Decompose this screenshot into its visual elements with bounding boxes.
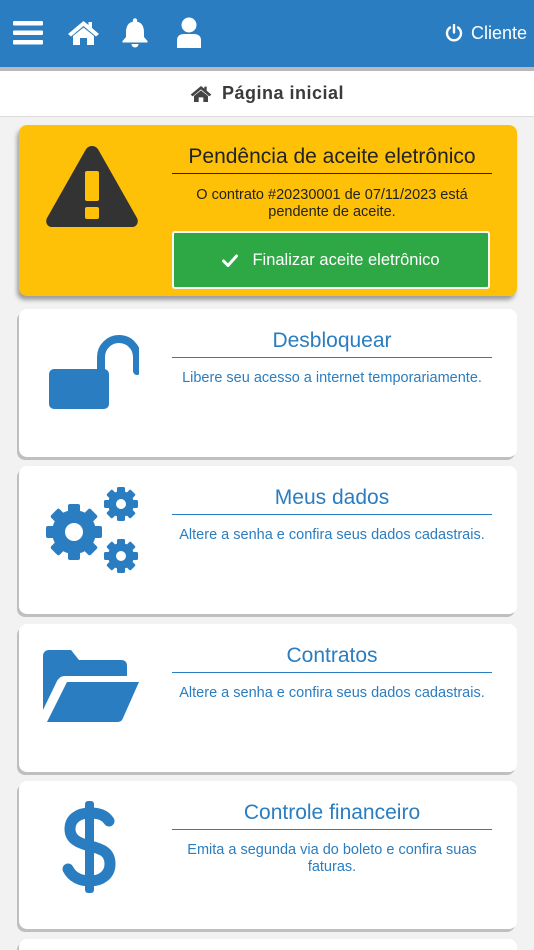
page-title-bar: Página inicial xyxy=(0,71,534,117)
card-description: Libere seu acesso a internet temporariam… xyxy=(182,370,482,386)
notifications-button[interactable] xyxy=(121,14,149,52)
client-label: Cliente xyxy=(470,22,527,43)
home-icon xyxy=(190,85,212,102)
contracts-card[interactable]: Contratos Altere a senha e confira seus … xyxy=(19,624,517,772)
page-title: Página inicial xyxy=(221,83,345,103)
home-icon xyxy=(67,21,99,45)
card-description: Emita a segunda via do boleto e confira … xyxy=(187,842,477,875)
menu-button[interactable] xyxy=(12,14,44,52)
top-navbar: Cliente xyxy=(0,0,534,71)
user-icon xyxy=(177,17,201,48)
gears-icon xyxy=(46,487,138,573)
finalize-acceptance-label: Finalizar aceite eletrônico xyxy=(252,250,440,269)
card-description: Altere a senha e confira seus dados cada… xyxy=(179,685,485,701)
next-card-partial[interactable] xyxy=(19,939,517,950)
alert-title: Pendência de aceite eletrônico xyxy=(172,145,492,174)
dollar-icon xyxy=(62,801,116,893)
check-icon xyxy=(222,254,239,267)
home-button[interactable] xyxy=(66,14,100,52)
unlock-icon xyxy=(49,335,139,409)
card-title: Desbloquear xyxy=(172,329,492,358)
card-title: Controle financeiro xyxy=(172,801,492,830)
warning-icon xyxy=(46,146,138,227)
profile-button[interactable] xyxy=(176,14,202,52)
alert-message: O contrato #20230001 de 07/11/2023 está … xyxy=(196,187,468,220)
card-title: Meus dados xyxy=(172,486,492,515)
finalize-acceptance-button[interactable]: Finalizar aceite eletrônico xyxy=(172,231,490,289)
card-title: Contratos xyxy=(172,644,492,673)
my-data-card[interactable]: Meus dados Altere a senha e confira seus… xyxy=(19,466,517,614)
card-description: Altere a senha e confira seus dados cada… xyxy=(179,527,485,543)
power-icon xyxy=(445,24,463,42)
folder-open-icon xyxy=(43,650,139,722)
pending-acceptance-card: Pendência de aceite eletrônico O contrat… xyxy=(19,125,517,296)
hamburger-icon xyxy=(13,21,43,45)
bell-icon xyxy=(122,18,148,48)
unlock-card[interactable]: Desbloquear Libere seu acesso a internet… xyxy=(19,309,517,457)
client-logout-button[interactable]: Cliente xyxy=(445,16,527,50)
financial-control-card[interactable]: Controle financeiro Emita a segunda via … xyxy=(19,781,517,929)
